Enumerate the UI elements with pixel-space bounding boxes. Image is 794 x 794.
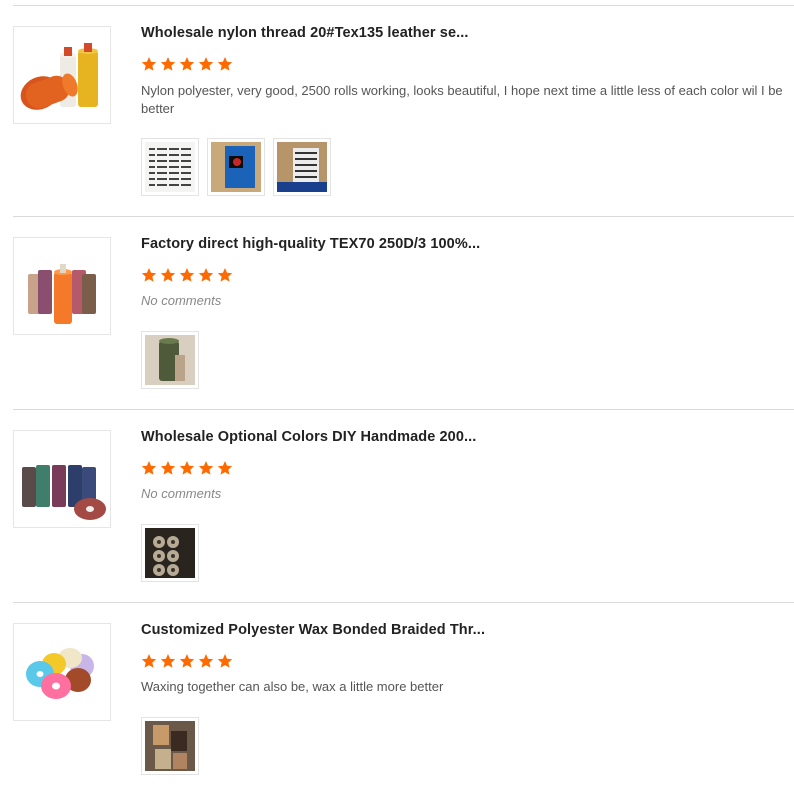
star-icon [179, 57, 195, 71]
star-icon [198, 57, 214, 71]
star-icon [217, 57, 233, 71]
review-item: Wholesale Optional Colors DIY Handmade 2… [13, 409, 794, 601]
rating-stars [141, 460, 233, 478]
review-item: Wholesale nylon thread 20#Tex135 leather… [13, 5, 794, 215]
review-photo[interactable] [141, 331, 199, 389]
product-image[interactable] [13, 26, 111, 124]
star-icon [179, 461, 195, 475]
star-icon [179, 654, 195, 668]
rating-stars [141, 56, 233, 74]
product-title[interactable]: Wholesale nylon thread 20#Tex135 leather… [141, 25, 501, 41]
star-icon [160, 461, 176, 475]
product-title[interactable]: Factory direct high-quality TEX70 250D/3… [141, 236, 501, 252]
review-photo[interactable] [207, 138, 265, 196]
star-icon [198, 268, 214, 282]
star-icon [217, 654, 233, 668]
star-icon [141, 654, 157, 668]
star-icon [179, 268, 195, 282]
star-icon [217, 461, 233, 475]
star-icon [141, 57, 157, 71]
review-photo[interactable] [141, 524, 199, 582]
star-icon [160, 654, 176, 668]
rating-stars [141, 653, 233, 671]
review-photos [141, 331, 199, 389]
divider [13, 602, 794, 603]
review-item: Factory direct high-quality TEX70 250D/3… [13, 216, 794, 408]
star-icon [160, 268, 176, 282]
product-image[interactable] [13, 430, 111, 528]
rating-stars [141, 267, 233, 285]
product-title[interactable]: Wholesale Optional Colors DIY Handmade 2… [141, 429, 501, 445]
divider [13, 5, 794, 6]
review-photo[interactable] [273, 138, 331, 196]
review-photos [141, 138, 331, 196]
product-image[interactable] [13, 623, 111, 721]
star-icon [217, 268, 233, 282]
star-icon [141, 268, 157, 282]
star-icon [198, 654, 214, 668]
review-comment: No comments [141, 486, 222, 501]
star-icon [141, 461, 157, 475]
review-comment: Waxing together can also be, wax a littl… [141, 679, 444, 694]
review-photo[interactable] [141, 717, 199, 775]
product-title[interactable]: Customized Polyester Wax Bonded Braided … [141, 622, 501, 638]
star-icon [198, 461, 214, 475]
product-image[interactable] [13, 237, 111, 335]
review-photo[interactable] [141, 138, 199, 196]
review-photos [141, 717, 199, 775]
review-comment: Nylon polyester, very good, 2500 rolls w… [141, 83, 783, 116]
star-icon [160, 57, 176, 71]
review-photos [141, 524, 199, 582]
review-comment: No comments [141, 293, 222, 308]
divider [13, 409, 794, 410]
divider [13, 216, 794, 217]
review-item: Customized Polyester Wax Bonded Braided … [13, 602, 794, 794]
